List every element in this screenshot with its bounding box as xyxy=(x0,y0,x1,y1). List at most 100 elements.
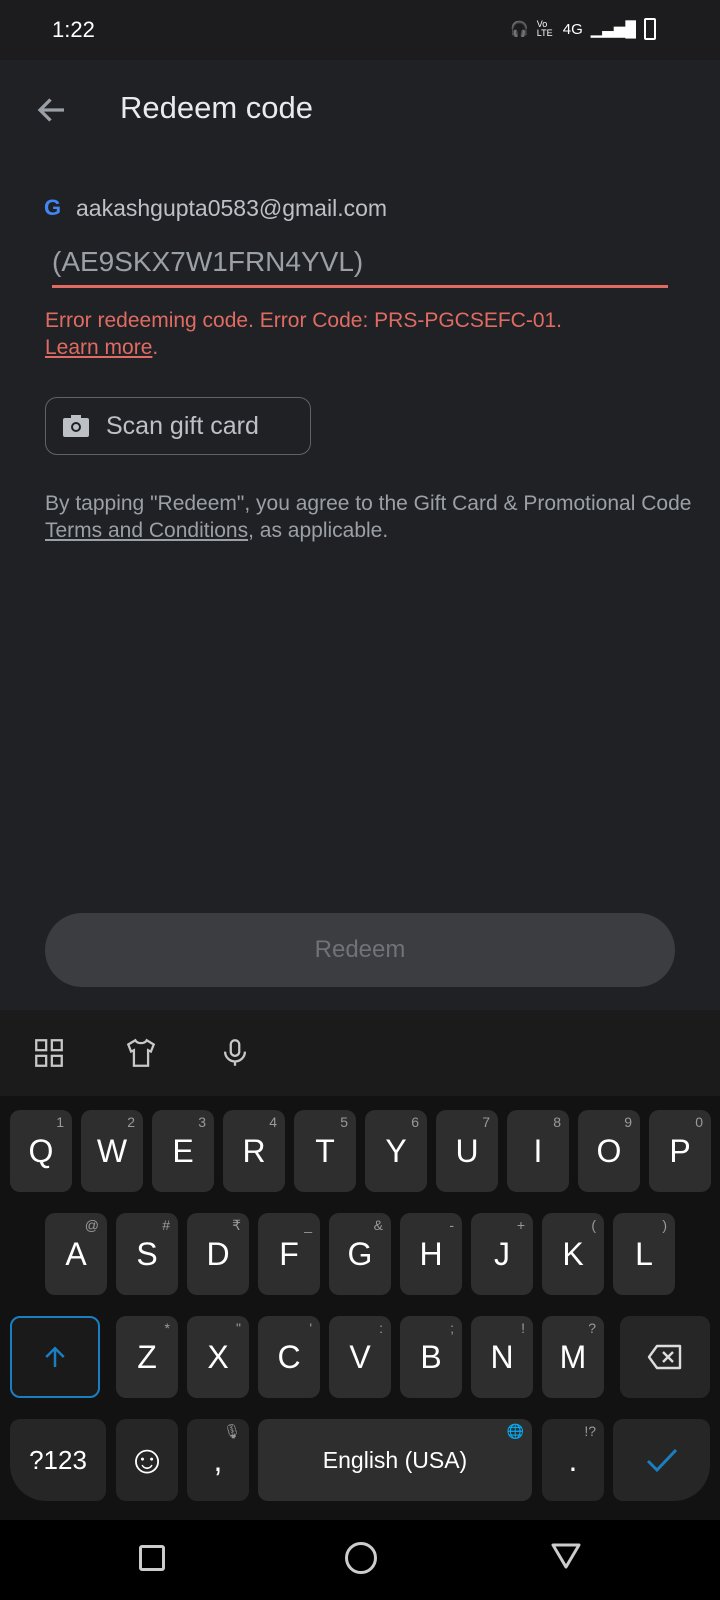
comma-key[interactable]: , 🎙 xyxy=(187,1419,249,1501)
redeem-button[interactable]: Redeem xyxy=(45,913,675,987)
key-label: Q xyxy=(28,1132,54,1169)
key-u[interactable]: U7 xyxy=(436,1110,498,1192)
key-k[interactable]: K( xyxy=(542,1213,604,1295)
key-m[interactable]: M? xyxy=(542,1316,604,1398)
key-hint: : xyxy=(379,1320,383,1336)
key-label: V xyxy=(349,1338,371,1375)
key-hint: # xyxy=(162,1217,170,1233)
key-hint: 🎙 xyxy=(223,1423,241,1439)
code-input[interactable]: (AE9SKX7W1FRN4YVL) xyxy=(52,246,363,278)
key-hint: 4 xyxy=(269,1114,277,1130)
key-s[interactable]: S # xyxy=(116,1213,178,1295)
terms-link[interactable]: Terms and Conditions xyxy=(45,519,248,542)
key-q[interactable]: Q1 xyxy=(10,1110,72,1192)
period-key[interactable]: .!? xyxy=(542,1419,604,1501)
terms-suffix: , as applicable. xyxy=(248,519,389,542)
key-hint: ? xyxy=(588,1320,596,1336)
key-label: B xyxy=(420,1338,442,1375)
key-label: M xyxy=(559,1338,587,1375)
key-e[interactable]: E3 xyxy=(152,1110,214,1192)
account-email: aakashgupta0583@gmail.com xyxy=(76,195,388,221)
key-hint: ! xyxy=(521,1320,525,1336)
key-label: C xyxy=(277,1338,301,1375)
enter-key[interactable] xyxy=(613,1419,710,1501)
battery-icon xyxy=(644,18,656,40)
key-hint: 2 xyxy=(127,1114,135,1130)
key-j[interactable]: J + xyxy=(471,1213,533,1295)
key-c[interactable]: C ' xyxy=(258,1316,320,1398)
key-a[interactable]: A @ xyxy=(45,1213,107,1295)
key-label: Z xyxy=(137,1338,157,1375)
headphones-icon: 🎧 xyxy=(510,21,529,38)
page-title: Redeem code xyxy=(120,90,314,125)
theme-shirt-icon[interactable] xyxy=(124,1036,158,1070)
key-label: P xyxy=(669,1132,691,1169)
microphone-icon[interactable] xyxy=(218,1036,252,1070)
input-underline xyxy=(52,285,668,288)
shift-key[interactable] xyxy=(10,1316,100,1398)
terms-prefix: By tapping "Redeem", you agree to the Gi… xyxy=(45,492,692,515)
key-hint: 1 xyxy=(56,1114,64,1130)
apps-grid-icon[interactable] xyxy=(32,1036,66,1070)
recents-square-icon[interactable] xyxy=(139,1545,165,1571)
home-circle-icon[interactable] xyxy=(345,1542,377,1574)
key-hint: 6 xyxy=(411,1114,419,1130)
emoji-key[interactable]: ☺ xyxy=(116,1419,178,1501)
key-label: . xyxy=(568,1441,578,1478)
key-o[interactable]: O9 xyxy=(578,1110,640,1192)
key-label: X xyxy=(207,1338,229,1375)
key-f[interactable]: F _ xyxy=(258,1213,320,1295)
key-l[interactable]: L) xyxy=(613,1213,675,1295)
key-hint: ) xyxy=(662,1217,667,1233)
key-hint: _ xyxy=(304,1217,312,1233)
key-t[interactable]: T5 xyxy=(294,1110,356,1192)
key-v[interactable]: V: xyxy=(329,1316,391,1398)
key-d[interactable]: D ₹ xyxy=(187,1213,249,1295)
backspace-key[interactable] xyxy=(620,1316,710,1398)
key-label: English (USA) xyxy=(322,1446,468,1473)
key-x[interactable]: X " xyxy=(187,1316,249,1398)
key-label: N xyxy=(490,1338,514,1375)
space-key[interactable]: English (USA) 🌐 xyxy=(258,1419,532,1501)
camera-icon xyxy=(63,415,89,437)
scan-gift-card-button[interactable]: Scan gift card xyxy=(45,397,311,455)
key-hint: 8 xyxy=(553,1114,561,1130)
key-label: W xyxy=(96,1132,128,1169)
key-h[interactable]: H- xyxy=(400,1213,462,1295)
key-z[interactable]: Z * xyxy=(116,1316,178,1398)
checkmark-icon xyxy=(646,1448,677,1473)
network-type: 4G xyxy=(562,20,583,38)
status-icons: 🎧 Vo LTE 4G ▁▃▅█ xyxy=(510,18,656,40)
shift-arrow-icon xyxy=(45,1346,65,1367)
scan-label: Scan gift card xyxy=(106,411,259,440)
key-r[interactable]: R4 xyxy=(223,1110,285,1192)
key-hint: 9 xyxy=(624,1114,632,1130)
key-hint: & xyxy=(373,1217,383,1233)
key-w[interactable]: W2 xyxy=(81,1110,143,1192)
key-i[interactable]: I8 xyxy=(507,1110,569,1192)
key-hint: ; xyxy=(450,1320,454,1336)
error-text: Error redeeming code. Error Code: PRS-PG… xyxy=(45,309,563,332)
key-label: L xyxy=(635,1235,653,1272)
key-y[interactable]: Y6 xyxy=(365,1110,427,1192)
key-label: ☺ xyxy=(126,1437,168,1482)
key-label: , xyxy=(213,1441,223,1478)
back-triangle-icon[interactable] xyxy=(550,1542,582,1570)
key-label: U xyxy=(455,1132,479,1169)
key-label: S xyxy=(136,1235,158,1272)
key-b[interactable]: B; xyxy=(400,1316,462,1398)
arrow-left-icon[interactable] xyxy=(34,92,70,128)
symbols-key[interactable]: ?123 xyxy=(10,1419,106,1501)
key-label: ?123 xyxy=(29,1444,87,1475)
key-label: I xyxy=(533,1132,543,1169)
key-label: T xyxy=(315,1132,335,1169)
volte-icon: Vo LTE xyxy=(536,19,553,38)
key-hint: - xyxy=(449,1217,454,1233)
key-n[interactable]: N! xyxy=(471,1316,533,1398)
key-label: R xyxy=(242,1132,266,1169)
key-g[interactable]: G & xyxy=(329,1213,391,1295)
learn-more-link[interactable]: Learn more xyxy=(45,336,152,359)
key-p[interactable]: P0 xyxy=(649,1110,711,1192)
google-g-icon: G xyxy=(44,195,62,220)
key-hint: 🌐 xyxy=(506,1423,524,1439)
